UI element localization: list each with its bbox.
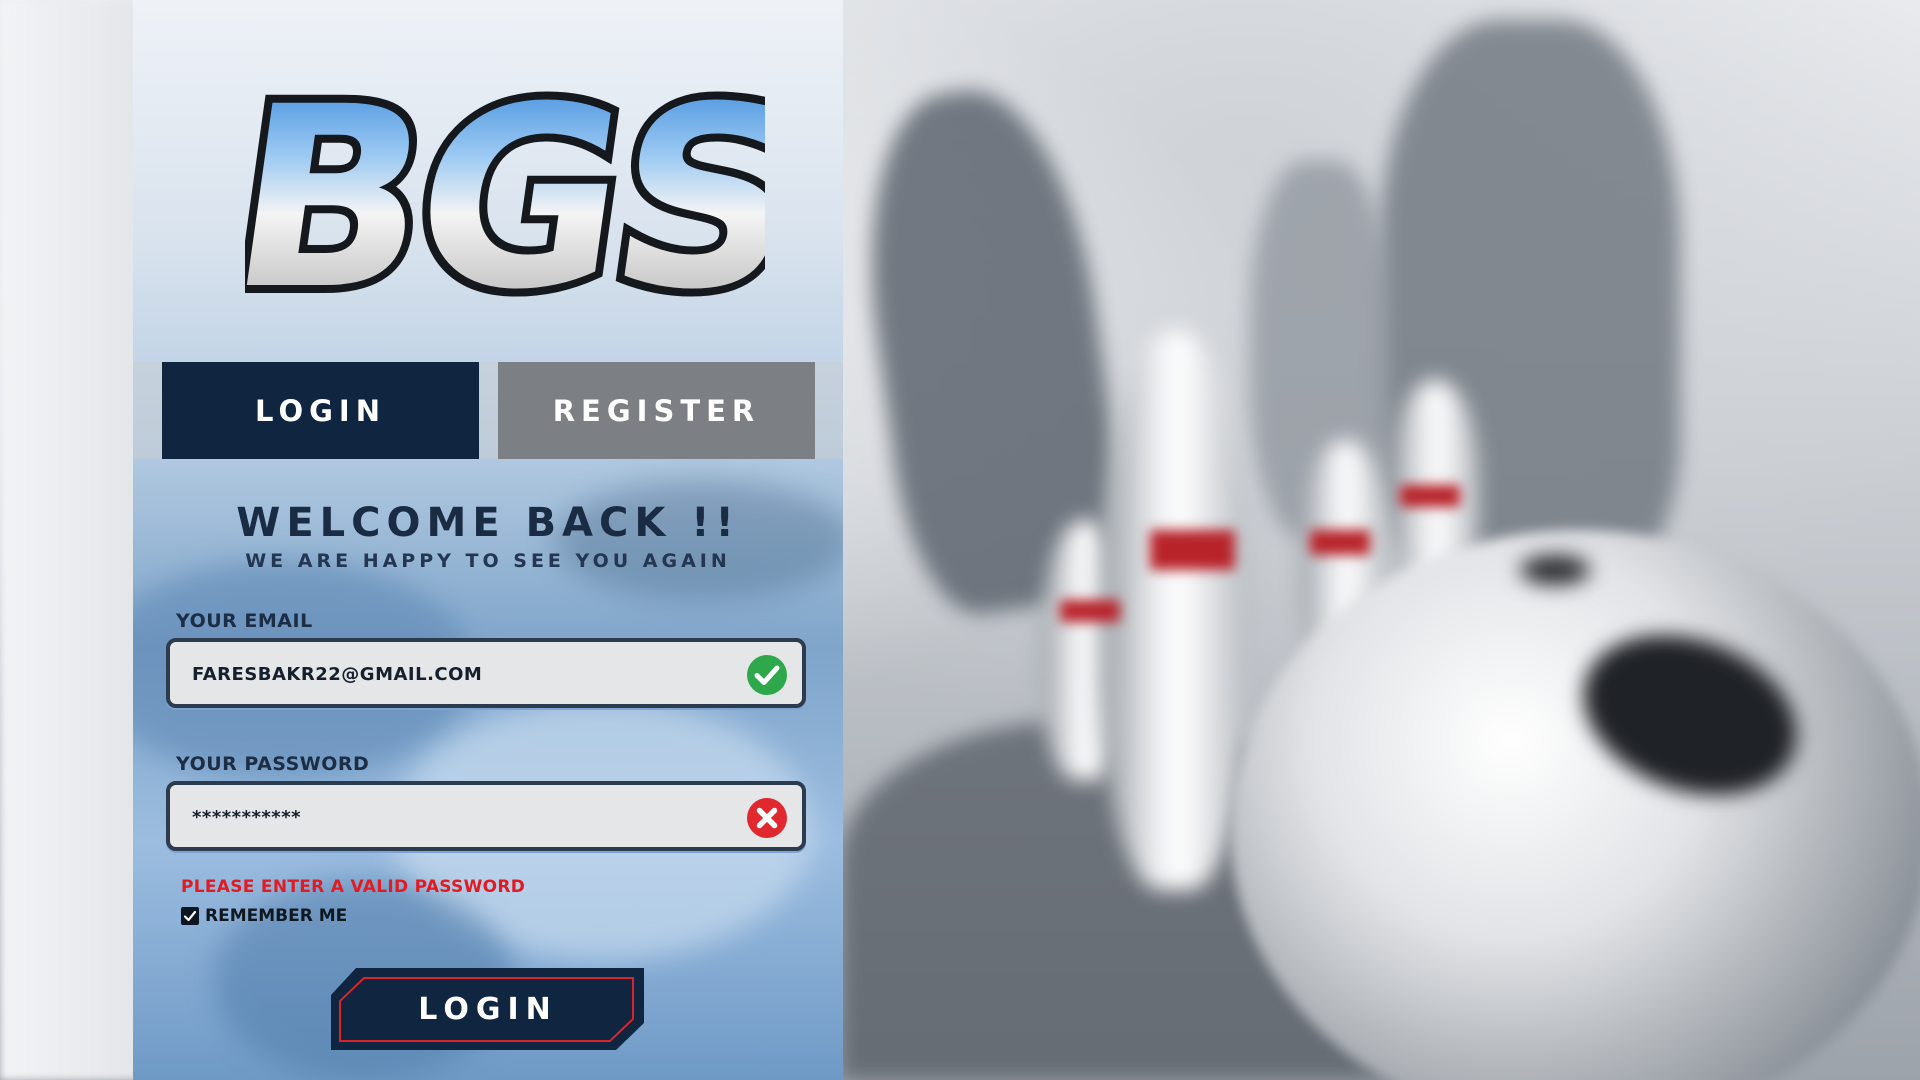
welcome-heading: WELCOME BACK !! [236,500,740,546]
bgs-logo: BGS [245,70,765,320]
password-field[interactable] [190,785,734,849]
login-button[interactable]: LOGIN [328,965,648,1053]
bowling-ball-hole [1520,555,1590,585]
email-field[interactable] [190,642,734,706]
email-label: YOUR EMAIL [176,610,313,632]
error-circle-icon [747,798,787,838]
logo-text: BGS [245,70,765,320]
auth-tabs: LOGIN REGISTER [133,362,843,459]
email-field-wrapper [166,638,806,708]
login-button-label: LOGIN [418,991,558,1027]
pin-stripe [1310,530,1370,555]
auth-panel: BGS LOGIN REGISTER WELCOME BACK !! WE AR… [133,0,843,1080]
remember-me-checkbox[interactable] [181,907,199,925]
welcome-subheading: WE ARE HAPPY TO SEE YOU AGAIN [245,550,731,572]
bowling-pin [1100,330,1250,890]
check-circle-icon [747,655,787,695]
tab-login[interactable]: LOGIN [162,362,479,459]
pin-stripe [1060,600,1120,622]
remember-me-label: REMEMBER ME [205,906,348,926]
tab-register[interactable]: REGISTER [498,362,815,459]
password-label: YOUR PASSWORD [176,753,370,775]
pin-stripe [1400,485,1460,507]
password-field-wrapper [166,781,806,851]
checkmark-icon [183,910,197,922]
password-error-message: PLEASE ENTER A VALID PASSWORD [181,877,526,897]
pin-stripe [1150,530,1235,570]
remember-me[interactable]: REMEMBER ME [181,906,347,926]
